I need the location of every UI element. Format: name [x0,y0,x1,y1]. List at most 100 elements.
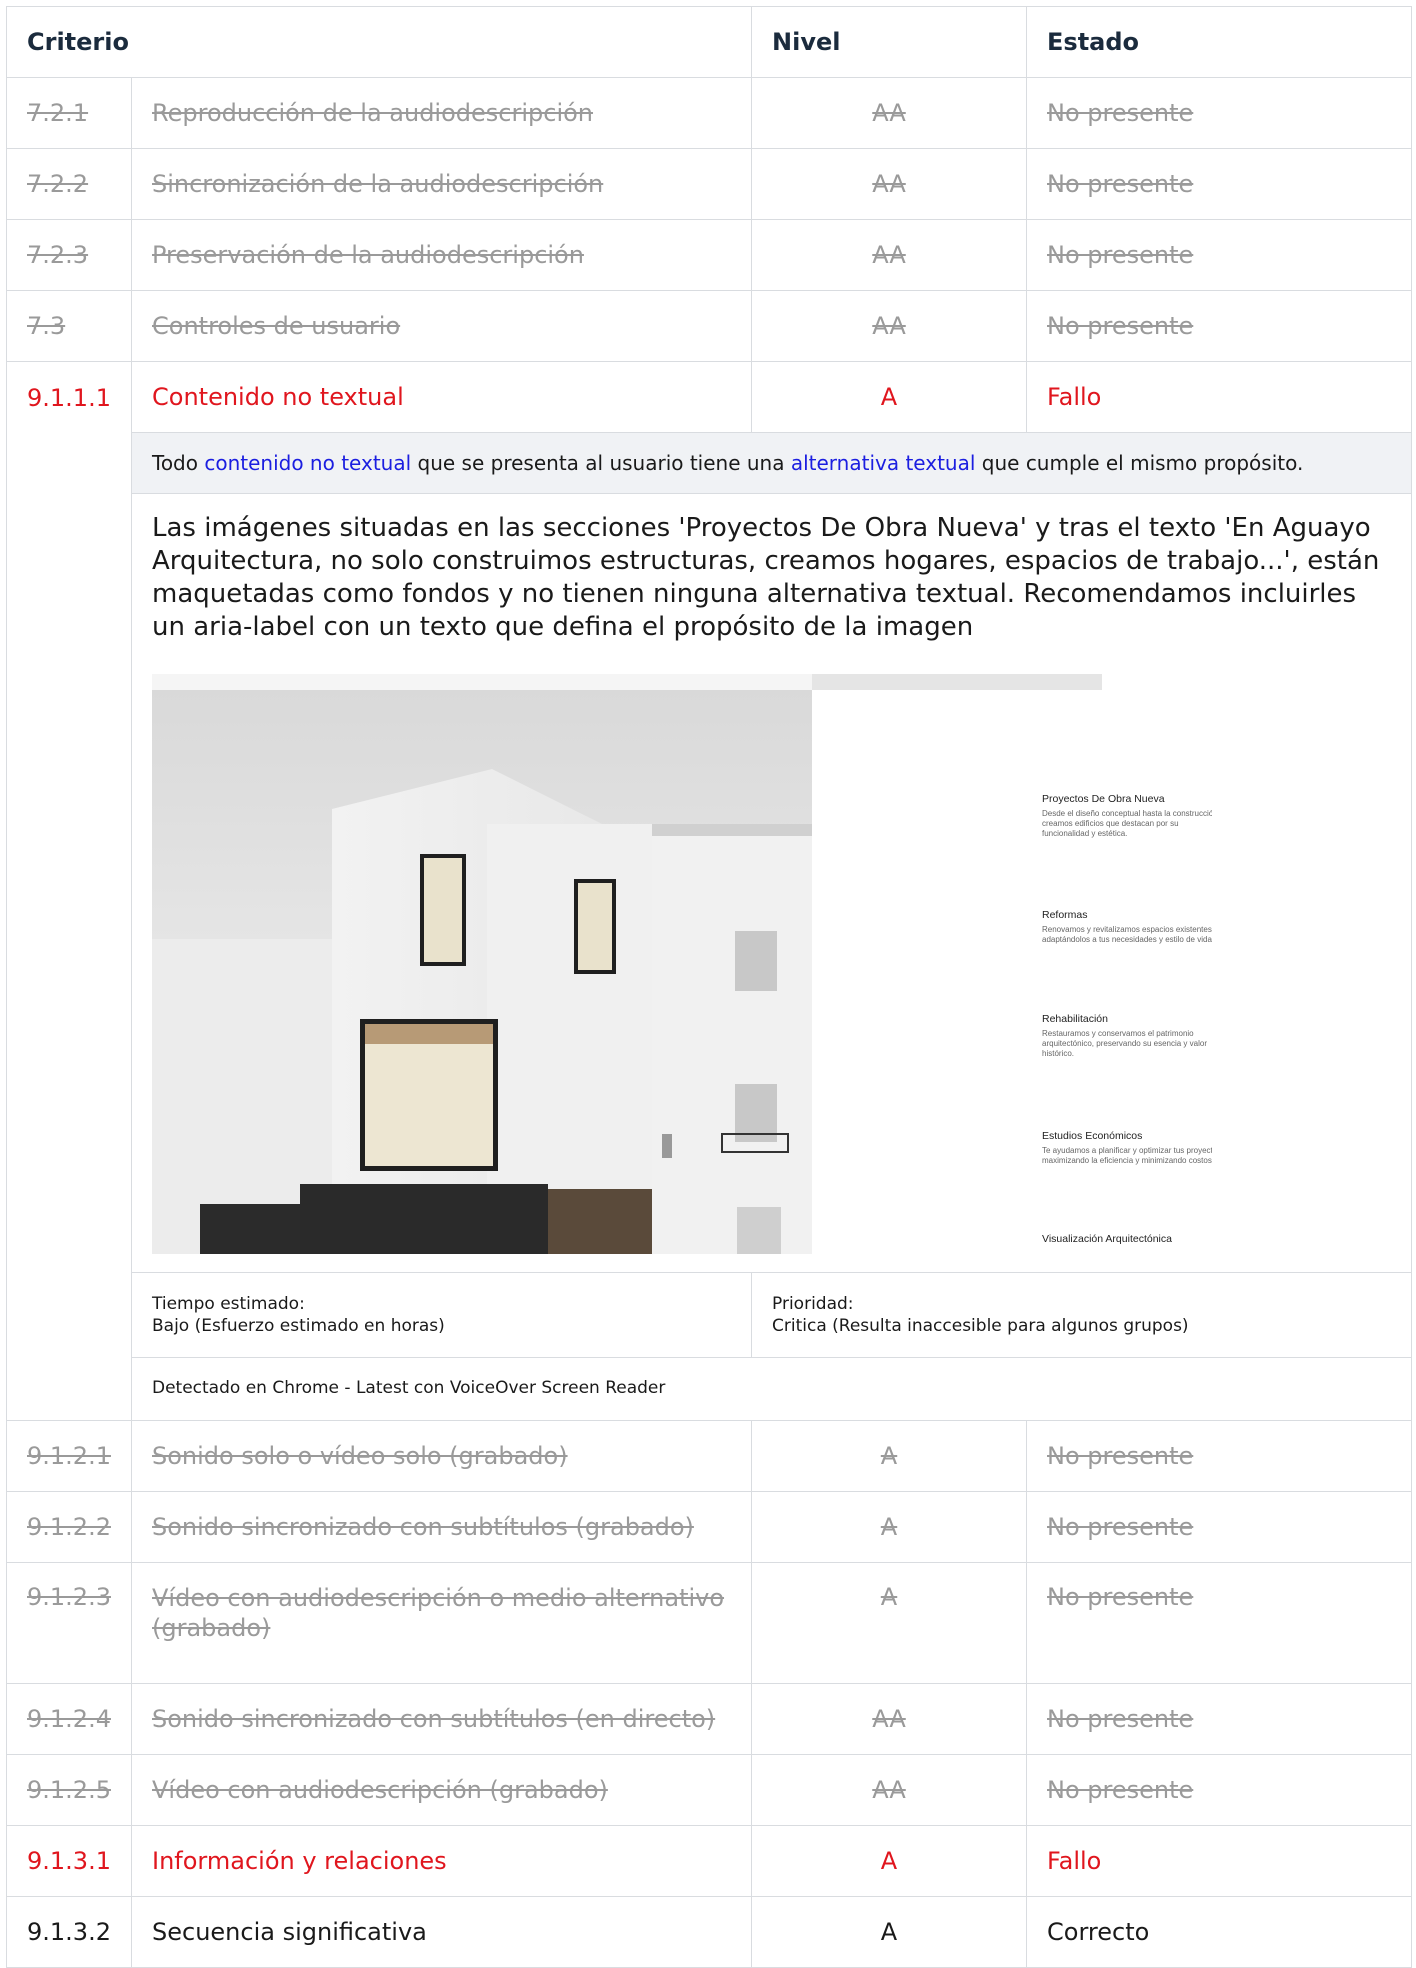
screenshot-image: Proyectos De Obra Nueva Desde el diseño … [152,674,1212,1254]
criterion-level: A [751,1562,1028,1684]
priority-value: Critica (Resulta inaccesible para alguno… [772,1316,1189,1336]
criterion-code: 9.1.2.5 [6,1754,132,1826]
svg-text:adaptándolos a tus necesidades: adaptándolos a tus necesidades y estilo … [1042,935,1212,944]
priority-cell: Prioridad: Critica (Resulta inaccesible … [751,1272,1413,1358]
criterion-state: Fallo [1026,361,1413,433]
description-row: Las imágenes situadas en las secciones '… [7,493,1413,1273]
estimated-time-label: Tiempo estimado: [152,1294,305,1314]
criterion-name: Contenido no textual [130,361,753,433]
service-title: Visualización Arquitectónica [1042,1233,1172,1245]
criterion-code: 9.1.2.2 [6,1491,132,1563]
criterion-name: Información y relaciones [130,1825,753,1897]
table-header-row: Criterio Nivel Estado [5,6,1413,78]
criterion-level: A [751,361,1028,433]
criterion-code: 7.2.1 [6,77,132,149]
svg-text:Restauramos y conservamos el p: Restauramos y conservamos el patrimonio [1042,1029,1194,1038]
svg-text:Te ayudamos a planificar y opt: Te ayudamos a planificar y optimizar tus… [1042,1146,1212,1155]
criterion-name: Vídeo con audiodescripción o medio alter… [130,1562,753,1684]
criterion-name: Preservación de la audiodescripción [130,219,753,291]
table-row: 7.2.3 Preservación de la audiodescripció… [6,219,1413,291]
table-row: 9.1.2.3 Vídeo con audiodescripción o med… [6,1562,1413,1684]
detected-row: Detectado en Chrome - Latest con VoiceOv… [7,1357,1413,1421]
meta-row: Tiempo estimado: Bajo (Esfuerzo estimado… [7,1272,1413,1358]
issue-description: Las imágenes situadas en las secciones '… [152,513,1380,642]
criterion-code: 9.1.2.4 [6,1683,132,1755]
estimated-time-cell: Tiempo estimado: Bajo (Esfuerzo estimado… [130,1272,753,1358]
criterion-state: Fallo [1026,1825,1413,1897]
header-criterio: Criterio [5,6,753,78]
criterion-level: A [751,1420,1028,1492]
criteria-table-wrapper: Criterio Nivel Estado 7.2.1 Reproducción… [5,6,1413,1968]
criterion-name: Sonido sincronizado con subtítulos (grab… [130,1491,753,1563]
service-title: Reformas [1042,909,1088,921]
svg-text:funcionalidad y estética.: funcionalidad y estética. [1042,829,1127,838]
table-row: 9.1.2.4 Sonido sincronizado con subtítul… [6,1683,1413,1755]
svg-text:arquitectónico, preservando su: arquitectónico, preservando su esencia y… [1042,1039,1207,1048]
priority-label: Prioridad: [772,1294,854,1314]
criterion-level: AA [751,148,1028,220]
criterion-code: 9.1.3.1 [6,1825,132,1897]
criterion-name: Sonido sincronizado con subtítulos (en d… [130,1683,753,1755]
link-alternativa-textual[interactable]: alternativa textual [791,451,976,475]
criterion-state: No presente [1026,1754,1413,1826]
header-nivel: Nivel [751,6,1028,78]
criterion-level: A [751,1825,1028,1897]
definition-text: que se presenta al usuario tiene una [411,451,791,475]
table-row: 9.1.2.2 Sonido sincronizado con subtítul… [6,1491,1413,1563]
criterion-name: Vídeo con audiodescripción (grabado) [130,1754,753,1826]
criterion-name: Sincronización de la audiodescripción [130,148,753,220]
definition-text: que cumple el mismo propósito. [975,451,1304,475]
criterion-code: 7.2.2 [6,148,132,220]
table-row: 9.1.2.5 Vídeo con audiodescripción (grab… [6,1754,1413,1826]
criterion-level: A [751,1896,1028,1968]
criterion-level: A [751,1491,1028,1563]
link-contenido-no-textual[interactable]: contenido no textual [204,451,411,475]
criterion-state: No presente [1026,77,1413,149]
criterion-state: No presente [1026,1562,1413,1684]
svg-text:creamos edificios que destacan: creamos edificios que destacan por su [1042,819,1179,828]
evidence-screenshot: Proyectos De Obra Nueva Desde el diseño … [152,674,1212,1254]
svg-text:Renovamos y revitalizamos espa: Renovamos y revitalizamos espacios exist… [1042,925,1212,934]
criterion-state: No presente [1026,1491,1413,1563]
criterion-level: AA [751,77,1028,149]
table-row: 7.2.1 Reproducción de la audiodescripció… [6,77,1413,149]
criteria-table: Criterio Nivel Estado 7.2.1 Reproducción… [5,6,1413,1968]
definition-row: Todo contenido no textual que se present… [7,432,1413,494]
criterion-code: 9.1.1.1 [6,361,132,1421]
criterion-state: No presente [1026,148,1413,220]
criterion-level: AA [751,290,1028,362]
criterion-state: No presente [1026,290,1413,362]
detected-in: Detectado en Chrome - Latest con VoiceOv… [130,1357,1413,1421]
criterion-definition: Todo contenido no textual que se present… [130,432,1413,494]
table-row: 7.3 Controles de usuario AA No presente [6,290,1413,362]
criterion-code: 9.1.3.2 [6,1896,132,1968]
definition-text: Todo [152,451,205,475]
criterion-name: Secuencia significativa [130,1896,753,1968]
svg-text:histórico.: histórico. [1042,1049,1074,1058]
criterion-state: Correcto [1026,1896,1413,1968]
svg-text:maximizando la eficiencia y mi: maximizando la eficiencia y minimizando … [1042,1156,1212,1165]
table-row-failing: 9.1.1.1 Contenido no textual A Fallo [6,361,1413,1421]
criterion-name: Reproducción de la audiodescripción [130,77,753,149]
criterion-name: Sonido solo o vídeo solo (grabado) [130,1420,753,1492]
service-title: Rehabilitación [1042,1013,1108,1025]
table-row: 7.2.2 Sincronización de la audiodescripc… [6,148,1413,220]
svg-text:Desde el diseño conceptual has: Desde el diseño conceptual hasta la cons… [1042,809,1212,818]
criterion-code: 9.1.2.3 [6,1562,132,1684]
table-row: 9.1.3.1 Información y relaciones A Fallo [6,1825,1413,1897]
criterion-level: AA [751,1754,1028,1826]
estimated-time-value: Bajo (Esfuerzo estimado en horas) [152,1316,445,1336]
criterion-state: No presente [1026,219,1413,291]
criterion-state: No presente [1026,1420,1413,1492]
service-title: Proyectos De Obra Nueva [1042,793,1165,805]
criterion-name: Controles de usuario [130,290,753,362]
criterion-state: No presente [1026,1683,1413,1755]
table-row: 9.1.3.2 Secuencia significativa A Correc… [6,1896,1413,1968]
criterion-code: 9.1.2.1 [6,1420,132,1492]
service-title: Estudios Económicos [1042,1130,1142,1142]
table-row: 9.1.2.1 Sonido solo o vídeo solo (grabad… [6,1420,1413,1492]
criterion-level: AA [751,219,1028,291]
criterion-code: 7.2.3 [6,219,132,291]
criterion-level: AA [751,1683,1028,1755]
criterion-code: 7.3 [6,290,132,362]
